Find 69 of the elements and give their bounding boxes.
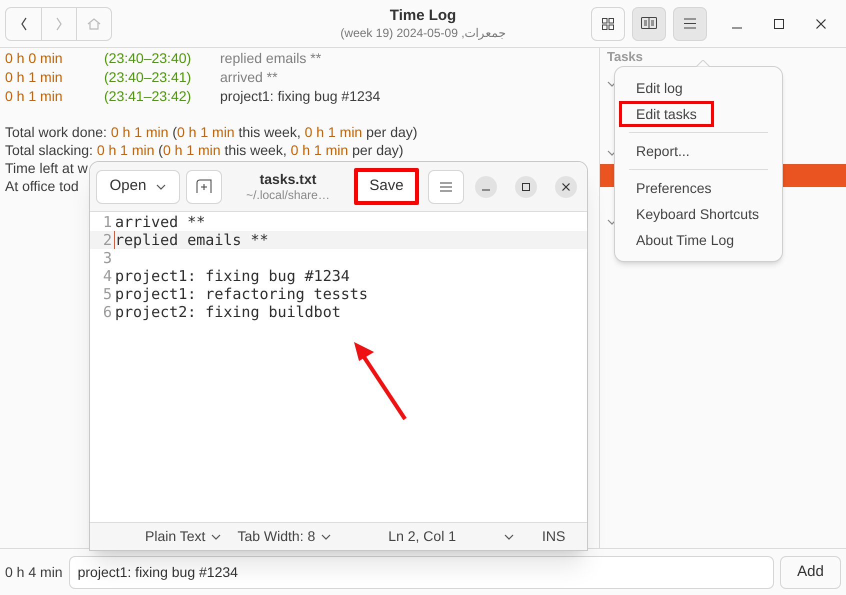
menu-icon — [683, 18, 697, 29]
maximize-button[interactable] — [515, 176, 537, 198]
minimize-icon — [482, 188, 490, 190]
maximize-icon — [774, 18, 784, 28]
menu-item[interactable]: Keyboard Shortcuts — [619, 201, 776, 227]
line-number: 3 — [102, 249, 113, 267]
menu-item[interactable]: Report... — [619, 138, 707, 164]
home-icon — [87, 16, 101, 30]
grid-icon — [602, 18, 614, 30]
file-title: tasks.txt — [260, 171, 316, 188]
caret-icon — [321, 534, 332, 540]
forward-icon — [56, 16, 62, 30]
menu-button[interactable] — [673, 6, 707, 40]
code-line: project2: fixing buildbot — [114, 303, 341, 321]
menu-button[interactable] — [428, 170, 464, 204]
menu-item[interactable]: Preferences — [619, 175, 728, 201]
summary-line: Total work done: 0 h 1 min (0 h 1 min this week, 0 h 1 min per day) — [5, 123, 418, 141]
caret-icon — [504, 534, 514, 540]
log-time-range: (23:41–23:42) — [104, 87, 192, 106]
caret-icon — [156, 184, 166, 190]
line-number: 1 — [102, 213, 113, 231]
task-input[interactable]: project1: fixing bug #1234 — [68, 556, 774, 588]
new-tab-icon — [196, 179, 212, 194]
menu-item[interactable]: About Time Log — [619, 227, 752, 253]
line-number: 5 — [102, 285, 113, 303]
elapsed-label: 0 h 4 min — [5, 562, 63, 582]
log-task: replied emails ** — [220, 49, 322, 68]
book-view-button[interactable] — [632, 6, 666, 40]
menu-icon — [440, 182, 452, 192]
line-number: 6 — [102, 303, 113, 321]
line-number: 2 — [102, 231, 113, 249]
log-task: project1: fixing bug #1234 — [220, 87, 380, 106]
summary-line: Time left at w — [5, 159, 88, 177]
insert-mode: INS — [542, 527, 566, 546]
window-subtitle: جمعرات, 09-05-2024 (week 19) — [340, 25, 506, 41]
add-button[interactable]: Add — [780, 556, 841, 588]
line-number: 4 — [102, 267, 113, 285]
window-title: Time Log — [390, 6, 456, 25]
grid-view-button[interactable] — [591, 6, 625, 40]
log-duration: 0 h 0 min — [5, 49, 64, 68]
close-button[interactable] — [555, 176, 577, 198]
log-duration: 0 h 1 min — [5, 68, 64, 87]
log-time-range: (23:40–23:40) — [104, 49, 192, 68]
code-line: project1: refactoring tessts — [114, 285, 368, 303]
book-icon — [641, 17, 657, 30]
summary-line: Total slacking: 0 h 1 min (0 h 1 min this week, 0 h 1 min per day) — [5, 141, 404, 159]
log-duration: 0 h 1 min — [5, 87, 64, 106]
code-line: project1: fixing bug #1234 — [114, 267, 350, 285]
code-line: replied emails ** — [114, 231, 269, 249]
menu-item[interactable]: Edit tasks — [619, 101, 714, 127]
tab-width-dropdown[interactable]: Tab Width: 8 — [237, 526, 332, 547]
pane-title: Tasks — [607, 49, 643, 64]
code-line: arrived ** — [114, 213, 206, 231]
file-path: ~/.local/share… — [246, 188, 330, 202]
close-icon — [562, 182, 570, 190]
menu-item[interactable]: Edit log — [619, 75, 700, 101]
maximize-icon — [522, 182, 530, 190]
open-button[interactable]: Open — [96, 170, 180, 204]
cursor-position: Ln 2, Col 1 — [388, 527, 456, 546]
caret-icon — [211, 534, 222, 540]
minimize-icon — [732, 26, 742, 28]
new-tab-button[interactable] — [186, 170, 222, 204]
log-task: arrived ** — [220, 68, 278, 87]
summary-line: At office tod — [5, 177, 79, 195]
back-icon — [20, 16, 26, 30]
close-icon — [816, 18, 826, 28]
language-dropdown[interactable]: Plain Text — [145, 526, 222, 547]
save-button[interactable]: Save — [354, 168, 419, 205]
log-time-range: (23:40–23:41) — [104, 68, 192, 87]
